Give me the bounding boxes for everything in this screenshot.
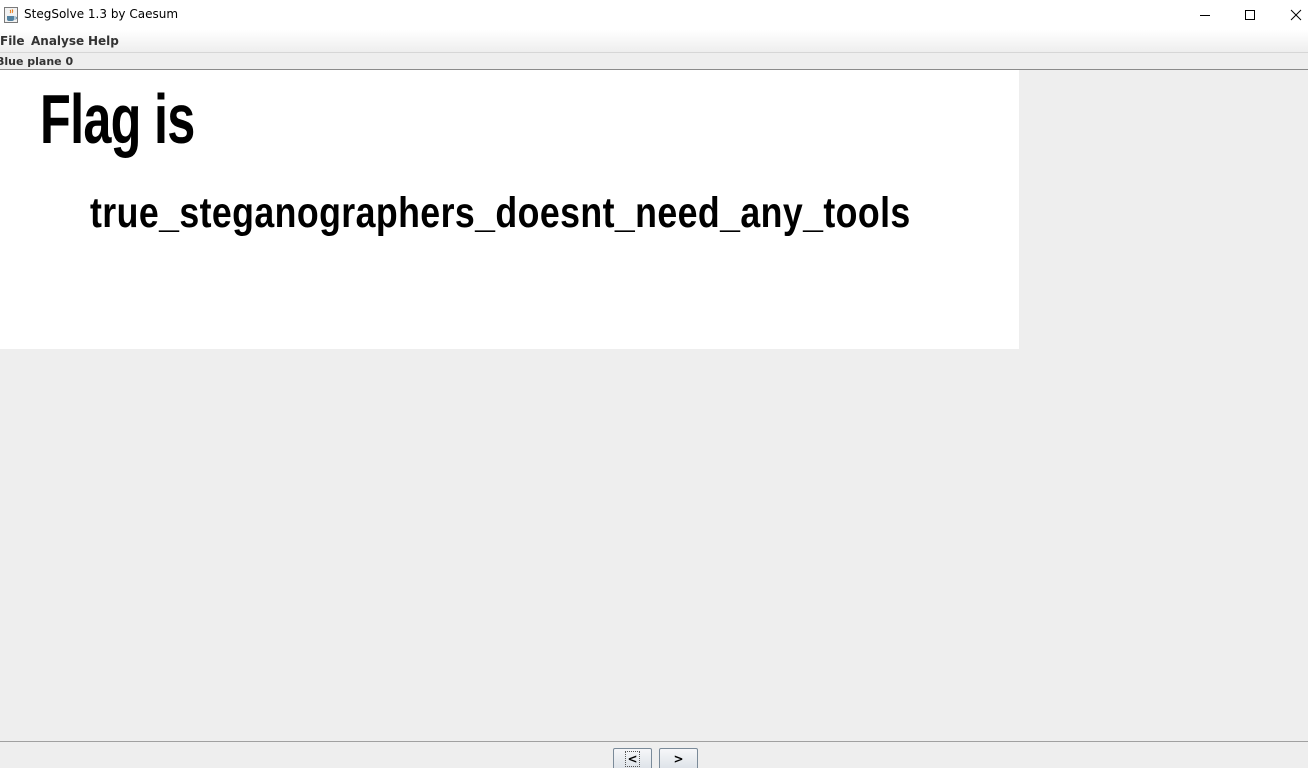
minimize-button[interactable] — [1182, 0, 1228, 30]
image-text-heading: Flag is — [40, 80, 195, 158]
image-text-flag: true_steganographers_doesnt_need_any_too… — [90, 189, 911, 237]
close-icon — [1290, 9, 1302, 21]
close-button[interactable] — [1273, 0, 1308, 30]
plane-label: Blue plane 0 — [0, 55, 74, 68]
stegsolve-window: StegSolve 1.3 by Caesum File Analyse Hel… — [0, 0, 1308, 768]
menu-help[interactable]: Help — [88, 34, 119, 48]
menu-file[interactable]: File — [0, 34, 25, 48]
maximize-icon — [1245, 10, 1255, 20]
window-title: StegSolve 1.3 by Caesum — [24, 7, 179, 21]
next-plane-button[interactable]: > — [659, 748, 698, 768]
title-bar: StegSolve 1.3 by Caesum — [0, 0, 1308, 30]
previous-plane-label: < — [625, 751, 640, 767]
previous-plane-button[interactable]: < — [613, 748, 652, 768]
menu-analyse[interactable]: Analyse — [31, 34, 84, 48]
next-plane-label: > — [673, 752, 684, 766]
menu-bar: File Analyse Help — [0, 30, 1308, 53]
maximize-button[interactable] — [1227, 0, 1273, 30]
bottom-separator — [0, 741, 1308, 742]
minimize-icon — [1200, 15, 1210, 16]
java-cup-icon — [4, 7, 18, 23]
